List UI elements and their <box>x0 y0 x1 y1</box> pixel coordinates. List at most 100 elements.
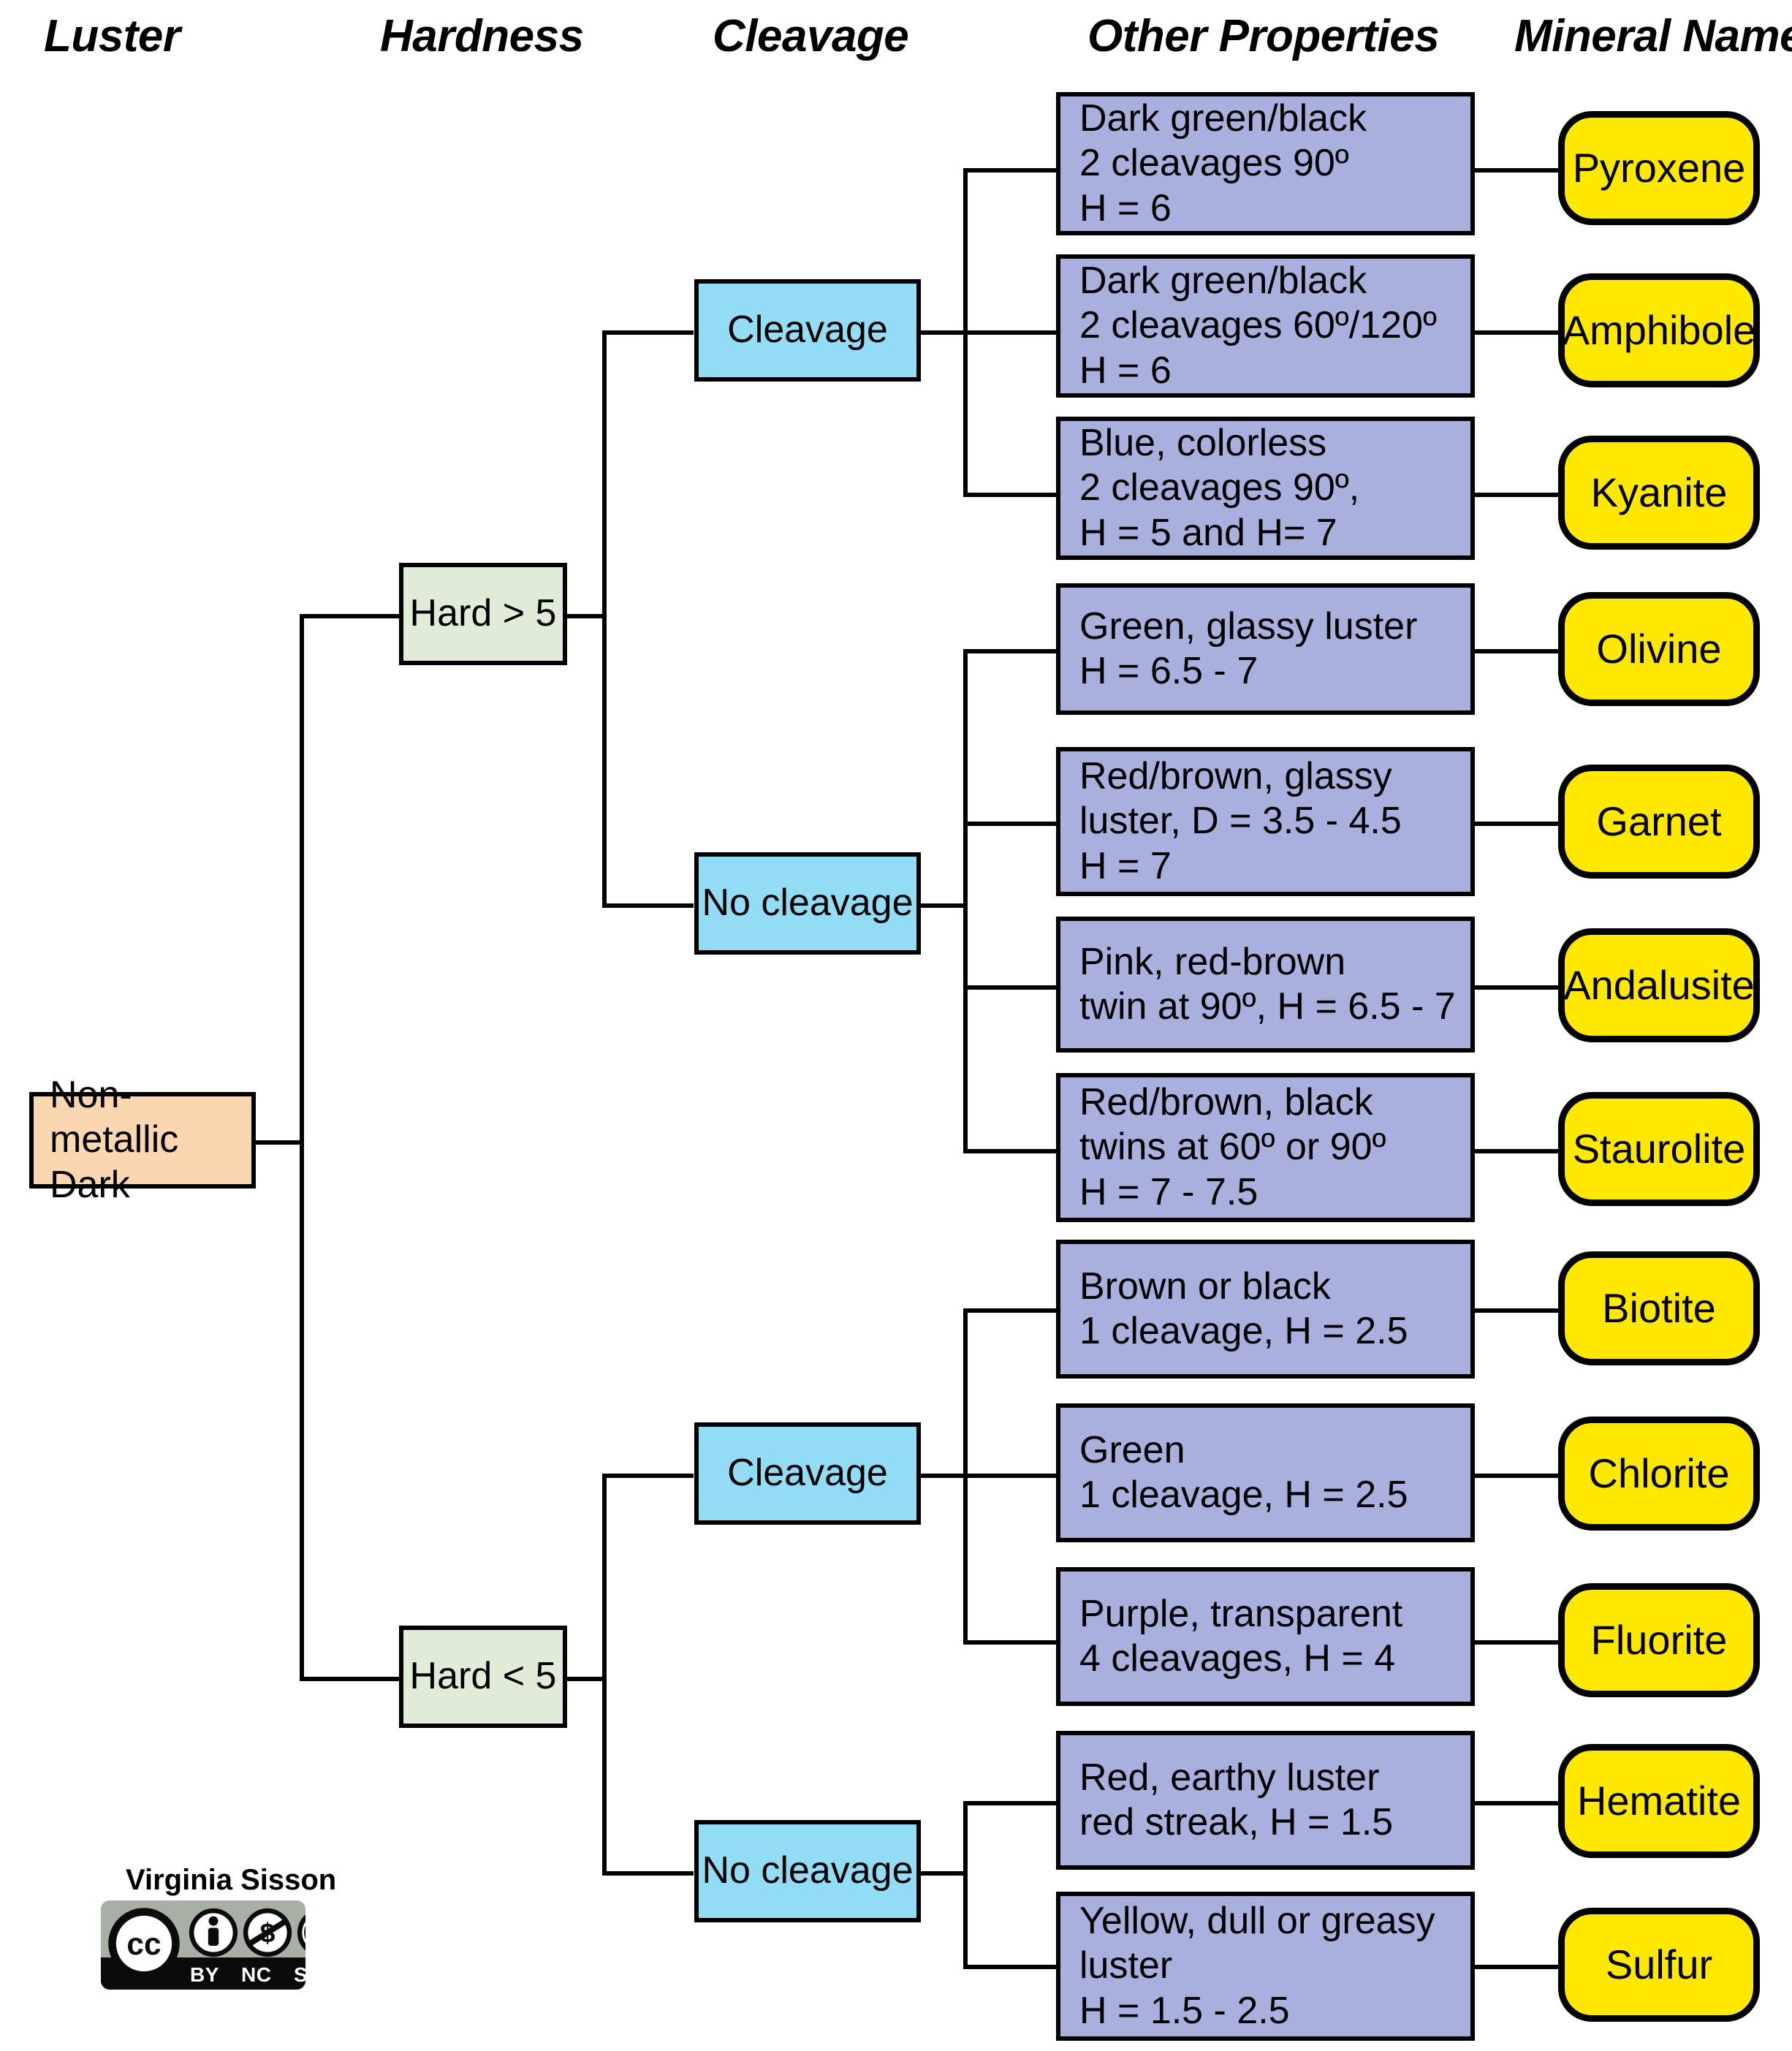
connector-hard-lt5-spine <box>602 1474 607 1876</box>
detail-box-fluorite[interactable]: Purple, transparent 4 cleavages, H = 4 <box>1056 1567 1475 1706</box>
connector-mineral-10 <box>1475 1640 1561 1645</box>
detail-box-biotite[interactable]: Brown or black 1 cleavage, H = 2.5 <box>1056 1240 1475 1379</box>
connector-spine-to-hard-lt5 <box>300 1677 402 1681</box>
connector-mineral-9 <box>1475 1474 1561 1478</box>
detail-box-amphibole[interactable]: Dark green/black 2 cleavages 60º/120º H … <box>1056 254 1475 398</box>
mineral-name-label: Amphibole <box>1562 306 1756 353</box>
detail-line: Red/brown, black <box>1079 1080 1373 1123</box>
detail-line: luster <box>1079 1944 1173 1987</box>
column-header-mineral-name: Mineral Name <box>1514 11 1792 61</box>
detail-box-staurolite[interactable]: Red/brown, black twins at 60º or 90º H =… <box>1056 1073 1475 1222</box>
detail-line: luster, D = 3.5 - 4.5 <box>1079 800 1402 843</box>
mineral-name-label: Chlorite <box>1588 1449 1730 1496</box>
detail-line: 1 cleavage, H = 2.5 <box>1079 1474 1408 1516</box>
detail-line: Red/brown, glassy <box>1079 754 1392 797</box>
mineral-name-label: Garnet <box>1596 797 1722 844</box>
detail-box-olivine[interactable]: Green, glassy luster H = 6.5 - 7 <box>1056 583 1475 715</box>
detail-line: Red, earthy luster <box>1079 1756 1380 1799</box>
connector-to-detail-4 <box>963 649 1058 653</box>
detail-box-kyanite[interactable]: Blue, colorless 2 cleavages 90º, H = 5 a… <box>1056 417 1475 560</box>
connector-to-detail-6 <box>963 985 1058 990</box>
mineral-name-label: Sulfur <box>1605 1941 1713 1987</box>
connector-mineral-11 <box>1475 1801 1561 1805</box>
detail-box-hematite[interactable]: Red, earthy luster red streak, H = 1.5 <box>1056 1731 1475 1870</box>
badge-label-by: BY <box>190 1963 219 1986</box>
mineral-box-fluorite[interactable]: Fluorite <box>1558 1583 1760 1697</box>
connector-to-detail-11 <box>963 1801 1058 1805</box>
detail-box-chlorite[interactable]: Green 1 cleavage, H = 2.5 <box>1056 1403 1475 1542</box>
connector-mineral-12 <box>1475 1965 1561 1969</box>
connector-no-cleavage-2-stub <box>919 1871 968 1876</box>
mineral-box-pyroxene[interactable]: Pyroxene <box>1558 111 1760 225</box>
mineral-box-kyanite[interactable]: Kyanite <box>1558 436 1760 550</box>
connector-to-no-cleavage-1 <box>602 903 694 908</box>
mineral-identification-flowchart: Luster Hardness Cleavage Other Propertie… <box>0 0 1792 2051</box>
detail-line: red streak, H = 1.5 <box>1079 1801 1394 1843</box>
node-hard-less-than-5[interactable]: Hard < 5 <box>399 1626 567 1728</box>
detail-line: Pink, red-brown <box>1079 940 1346 983</box>
mineral-box-sulfur[interactable]: Sulfur <box>1558 1908 1760 2022</box>
mineral-name-label: Pyroxene <box>1572 144 1746 191</box>
column-header-other-properties: Other Properties <box>1087 11 1440 61</box>
column-header-cleavage: Cleavage <box>713 11 909 61</box>
detail-line: H = 6 <box>1079 349 1172 392</box>
cc-icon: cc <box>108 1908 180 1979</box>
detail-line: H = 1.5 - 2.5 <box>1079 1989 1290 2032</box>
detail-line: 2 cleavages 90º, <box>1079 466 1360 509</box>
detail-line: H = 7 <box>1079 844 1172 887</box>
connector-root-stub <box>253 1140 304 1145</box>
connector-to-detail-8 <box>963 1308 1058 1313</box>
detail-line: twins at 60º or 90º <box>1079 1126 1386 1169</box>
node-no-cleavage-hard-lt5[interactable]: No cleavage <box>694 1820 921 1922</box>
mineral-box-garnet[interactable]: Garnet <box>1558 765 1760 879</box>
connector-spine-to-hard-gt5 <box>300 614 402 618</box>
connector-to-detail-5 <box>963 822 1058 826</box>
mineral-box-biotite[interactable]: Biotite <box>1558 1251 1760 1365</box>
detail-box-pyroxene[interactable]: Dark green/black 2 cleavages 90º H = 6 <box>1056 92 1475 235</box>
connector-to-detail-1 <box>963 168 1058 173</box>
badge-label-sa: SA <box>294 1963 305 1986</box>
node-no-cleavage-1-label: No cleavage <box>702 882 914 925</box>
node-non-metallic-dark[interactable]: Non-metallic Dark <box>29 1074 256 1206</box>
connector-mineral-6 <box>1475 985 1561 990</box>
mineral-box-olivine[interactable]: Olivine <box>1558 592 1760 706</box>
mineral-name-label: Fluorite <box>1590 1616 1728 1663</box>
detail-line: 2 cleavages 60º/120º <box>1079 304 1437 347</box>
connector-hard-gt5-spine <box>602 330 607 908</box>
detail-box-sulfur[interactable]: Yellow, dull or greasy luster H = 1.5 - … <box>1056 1892 1475 2041</box>
mineral-box-andalusite[interactable]: Andalusite <box>1558 928 1760 1042</box>
detail-box-garnet[interactable]: Red/brown, glassy luster, D = 3.5 - 4.5 … <box>1056 747 1475 896</box>
mineral-box-hematite[interactable]: Hematite <box>1558 1744 1760 1858</box>
node-cleavage-1-label: Cleavage <box>727 308 888 352</box>
detail-box-andalusite[interactable]: Pink, red-brown twin at 90º, H = 6.5 - 7 <box>1056 917 1475 1053</box>
node-hard-lt5-label: Hard < 5 <box>409 1655 557 1698</box>
connector-cleavage-1-stub <box>919 330 968 335</box>
mineral-name-label: Kyanite <box>1590 469 1728 515</box>
connector-to-detail-3 <box>963 493 1058 497</box>
connector-to-detail-7 <box>963 1149 1058 1153</box>
connector-to-no-cleavage-2 <box>602 1871 694 1876</box>
node-cleavage-2-label: Cleavage <box>727 1452 888 1495</box>
node-cleavage-hard-lt5[interactable]: Cleavage <box>694 1422 921 1525</box>
node-cleavage-hard-gt5[interactable]: Cleavage <box>694 279 921 382</box>
detail-line: 1 cleavage, H = 2.5 <box>1079 1310 1408 1352</box>
detail-line: Blue, colorless <box>1079 421 1327 464</box>
connector-to-cleavage-1 <box>602 330 694 335</box>
node-non-metallic-dark-line1: Non-metallic <box>50 1073 179 1161</box>
detail-line: H = 6 <box>1079 186 1172 230</box>
detail-line: H = 5 and H= 7 <box>1079 511 1337 554</box>
node-no-cleavage-hard-gt5[interactable]: No cleavage <box>694 852 921 955</box>
mineral-name-label: Biotite <box>1602 1284 1716 1331</box>
connector-mineral-3 <box>1475 493 1561 497</box>
mineral-box-staurolite[interactable]: Staurolite <box>1558 1092 1760 1206</box>
connector-to-cleavage-2 <box>602 1474 694 1478</box>
non-commercial-icon: $ <box>243 1908 292 1957</box>
connector-hard-lt5-stub <box>563 1677 607 1681</box>
node-hard-greater-than-5[interactable]: Hard > 5 <box>399 563 567 665</box>
connector-mineral-8 <box>1475 1308 1561 1313</box>
mineral-box-chlorite[interactable]: Chlorite <box>1558 1417 1760 1531</box>
connector-no-cleavage-2-spine <box>963 1801 968 1969</box>
mineral-name-label: Staurolite <box>1572 1125 1746 1172</box>
connector-to-detail-12 <box>963 1965 1058 1969</box>
mineral-box-amphibole[interactable]: Amphibole <box>1558 273 1760 387</box>
